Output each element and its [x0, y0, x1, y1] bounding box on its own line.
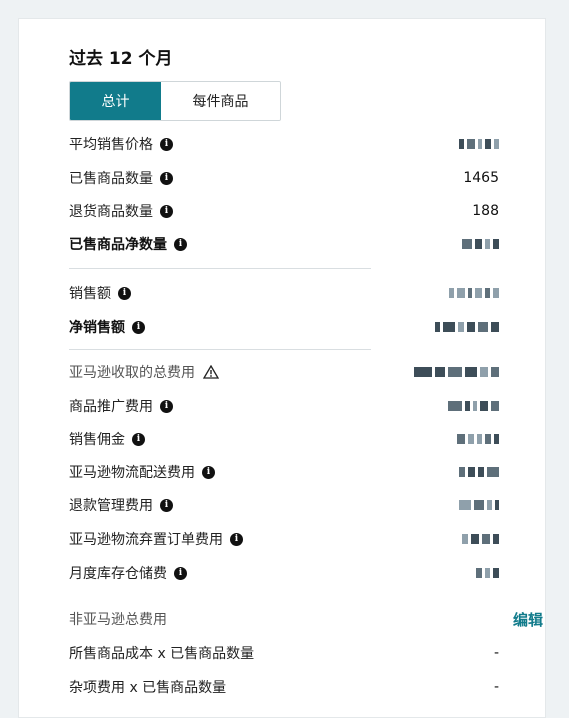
redacted-value — [459, 138, 499, 150]
row-label: 亚马逊收取的总费用 — [69, 365, 195, 381]
row-sales: 销售额 i — [69, 281, 499, 305]
row-units-returned: 退货商品数量 i 188 — [69, 199, 499, 223]
info-icon[interactable]: i — [132, 432, 145, 446]
redacted-value — [462, 238, 499, 250]
row-net-units: 已售商品净数量 i — [69, 232, 499, 256]
row-label: 退款管理费用 — [69, 498, 153, 514]
info-icon[interactable]: i — [230, 532, 243, 546]
row-label: 亚马逊物流弃置订单费用 — [69, 532, 223, 548]
redacted-value — [459, 466, 499, 478]
units-returned-value: 188 — [472, 203, 499, 219]
row-net-sales: 净销售额 i — [69, 315, 499, 339]
row-cost-of-goods: 所售商品成本 x 已售商品数量 - — [69, 641, 499, 665]
row-label: 商品推广费用 — [69, 399, 153, 415]
row-amazon-fees: 亚马逊收取的总费用 — [69, 360, 499, 384]
profitability-card: 过去 12 个月 总计 每件商品 平均销售价格 i 已售商品数量 i 1465 … — [18, 18, 546, 718]
info-icon[interactable]: i — [160, 399, 173, 413]
info-icon[interactable]: i — [174, 566, 187, 580]
section-divider — [69, 349, 371, 350]
tab-per-item[interactable]: 每件商品 — [161, 82, 280, 120]
row-refund-fees: 退款管理费用 i — [69, 493, 499, 517]
row-misc-fees: 杂项费用 x 已售商品数量 - — [69, 675, 499, 699]
misc-value: - — [493, 679, 499, 695]
row-label: 月度库存仓储费 — [69, 566, 167, 582]
redacted-value — [462, 533, 499, 545]
period-title: 过去 12 个月 — [69, 49, 173, 69]
redacted-value — [414, 366, 499, 378]
tab-total[interactable]: 总计 — [70, 82, 161, 120]
row-label: 非亚马逊总费用 — [69, 612, 167, 628]
row-label: 已售商品数量 — [69, 171, 153, 187]
warning-icon[interactable] — [203, 365, 219, 379]
row-label: 退货商品数量 — [69, 204, 153, 220]
row-fba-fees: 亚马逊物流配送费用 i — [69, 460, 499, 484]
row-label: 销售额 — [69, 286, 111, 302]
info-icon[interactable]: i — [160, 498, 173, 512]
row-referral-fees: 销售佣金 i — [69, 427, 499, 451]
units-sold-value: 1465 — [463, 170, 499, 186]
row-storage-fees: 月度库存仓储费 i — [69, 561, 499, 585]
redacted-value — [457, 433, 499, 445]
row-units-sold: 已售商品数量 i 1465 — [69, 166, 499, 190]
info-icon[interactable]: i — [160, 137, 173, 151]
edit-link[interactable]: 编辑 — [513, 609, 543, 630]
section-divider — [69, 268, 371, 269]
row-label: 净销售额 — [69, 320, 125, 336]
redacted-value — [449, 287, 499, 299]
row-average-price: 平均销售价格 i — [69, 132, 499, 156]
info-icon[interactable]: i — [132, 320, 145, 334]
redacted-value — [459, 499, 499, 511]
row-label: 已售商品净数量 — [69, 237, 167, 253]
info-icon[interactable]: i — [160, 204, 173, 218]
info-icon[interactable]: i — [174, 237, 187, 251]
row-label: 销售佣金 — [69, 432, 125, 448]
cogs-value: - — [493, 645, 499, 661]
redacted-value — [435, 321, 499, 333]
redacted-value — [476, 567, 499, 579]
view-tabs: 总计 每件商品 — [69, 81, 281, 121]
row-label: 亚马逊物流配送费用 — [69, 465, 195, 481]
info-icon[interactable]: i — [160, 171, 173, 185]
row-non-amazon-fees: 非亚马逊总费用 编辑 — [69, 607, 543, 631]
row-promotion-fees: 商品推广费用 i — [69, 394, 499, 418]
row-label: 平均销售价格 — [69, 137, 153, 153]
row-label: 杂项费用 x 已售商品数量 — [69, 680, 227, 696]
info-icon[interactable]: i — [118, 286, 131, 300]
row-disposal-fees: 亚马逊物流弃置订单费用 i — [69, 527, 499, 551]
redacted-value — [448, 400, 499, 412]
row-label: 所售商品成本 x 已售商品数量 — [69, 646, 255, 662]
info-icon[interactable]: i — [202, 465, 215, 479]
